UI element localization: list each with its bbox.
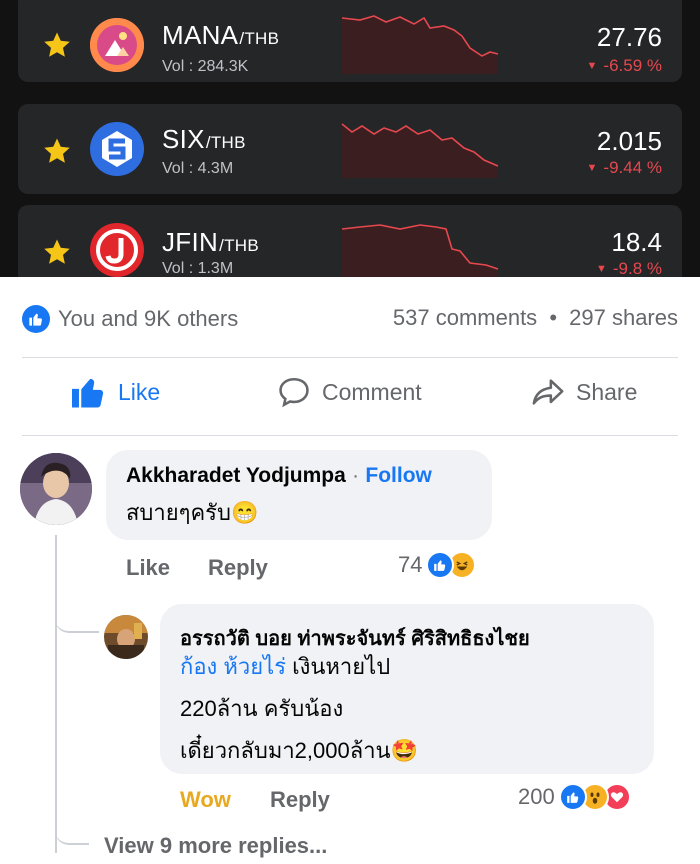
comment-author[interactable]: Akkharadet Yodjumpa: [126, 464, 346, 487]
volume-label: Vol : 284.3K: [162, 58, 249, 75]
post-stats: 537 comments • 297 shares: [393, 305, 678, 331]
pair-symbol: MANA: [162, 20, 239, 50]
pair-symbol: JFIN: [162, 227, 219, 257]
volume-label: Vol : 4.3M: [162, 160, 234, 177]
share-label: Share: [576, 378, 638, 405]
comment-like-button[interactable]: Like: [126, 555, 170, 581]
thumbs-up-icon: [72, 378, 104, 408]
follow-link[interactable]: Follow: [365, 464, 432, 487]
avatar[interactable]: [20, 453, 92, 525]
pair-quote: /THB: [219, 236, 260, 255]
share-icon: [532, 379, 564, 405]
price-change: ▼ -9.8 %: [595, 259, 662, 277]
mana-coin-icon: [90, 18, 144, 72]
reply-connector: [55, 577, 99, 633]
comment-label: Comment: [322, 378, 422, 405]
comment-bubble: Akkharadet Yodjumpa · Follow สบายๆครับ😁: [106, 450, 492, 540]
market-list: MANA/THB Vol : 284.3K 27.76 ▼ -6.59 % SIX…: [0, 0, 700, 277]
shares-count[interactable]: 297 shares: [569, 305, 678, 330]
pair-symbol: SIX: [162, 124, 205, 154]
last-price: 2.015: [596, 126, 662, 156]
view-more-replies-link[interactable]: View 9 more replies...: [104, 833, 327, 859]
like-label: Like: [118, 378, 161, 405]
divider: [22, 357, 678, 358]
favorite-star-icon[interactable]: [42, 30, 72, 60]
price-sparkline: [341, 224, 499, 277]
reply-bubble: อรรถวัติ บอย ท่าพระจันทร์ ศิริสิทธิธงไชย…: [160, 604, 654, 774]
stats-separator: •: [549, 305, 558, 330]
pair-quote: /THB: [239, 29, 280, 48]
like-reaction-icon: [426, 551, 455, 579]
star-struck-emoji: 🤩: [390, 738, 419, 763]
pair-quote: /THB: [205, 133, 246, 152]
last-price: 27.76: [596, 22, 662, 52]
favorite-star-icon[interactable]: [42, 136, 72, 166]
comment-reactions[interactable]: 74: [398, 551, 477, 579]
post-footer: You and 9K others 537 comments • 297 sha…: [0, 277, 700, 864]
reply-reply-button[interactable]: Reply: [270, 787, 330, 813]
reaction-count: 74: [398, 552, 423, 577]
jfin-coin-icon: [90, 223, 144, 277]
reactions-text: You and 9K others: [58, 306, 239, 331]
market-row-six[interactable]: SIX/THB Vol : 4.3M 2.015 ▼ -9.44 %: [18, 104, 682, 194]
down-arrow-icon: ▼: [586, 162, 598, 174]
six-coin-icon: [90, 122, 144, 176]
grinning-emoji: 😁: [230, 500, 259, 525]
favorite-star-icon[interactable]: [42, 237, 72, 267]
share-button[interactable]: Share: [530, 375, 637, 409]
like-reaction-icon: [558, 783, 587, 811]
reply-reactions[interactable]: 200: [518, 783, 631, 811]
last-price: 18.4: [611, 227, 662, 257]
reply-avatar[interactable]: [104, 615, 148, 659]
price-sparkline: [341, 15, 499, 74]
comment-text: สบายๆครับ😁: [126, 500, 259, 525]
comment-button[interactable]: Comment: [276, 375, 422, 409]
market-row-jfin[interactable]: JFIN/THB Vol : 1.3M 18.4 ▼ -9.8 %: [18, 205, 682, 277]
mention-link[interactable]: ก้อง ห้วยไร่: [180, 654, 286, 679]
reaction-count: 200: [518, 784, 555, 809]
comment-icon: [279, 377, 309, 408]
follow-separator: ·: [352, 465, 359, 487]
down-arrow-icon: ▼: [595, 263, 607, 275]
down-arrow-icon: ▼: [586, 60, 598, 72]
divider: [22, 435, 678, 436]
like-button[interactable]: Like: [70, 375, 160, 409]
reply-text: ก้อง ห้วยไร่ เงินหายไป 220ล้าน ครับน้อง …: [180, 654, 419, 763]
market-row-mana[interactable]: MANA/THB Vol : 284.3K 27.76 ▼ -6.59 %: [18, 0, 682, 82]
comment-reply-button[interactable]: Reply: [208, 555, 268, 581]
price-sparkline: [341, 123, 499, 178]
price-change: ▼ -9.44 %: [586, 158, 662, 177]
like-reaction-icon: [22, 305, 50, 333]
view-more-connector: [55, 817, 89, 845]
reactions-summary[interactable]: You and 9K others: [22, 305, 238, 333]
volume-label: Vol : 1.3M: [162, 260, 234, 277]
reply-reaction-button[interactable]: Wow: [180, 787, 231, 813]
comments-count[interactable]: 537 comments: [393, 305, 537, 330]
price-change: ▼ -6.59 %: [586, 56, 662, 75]
